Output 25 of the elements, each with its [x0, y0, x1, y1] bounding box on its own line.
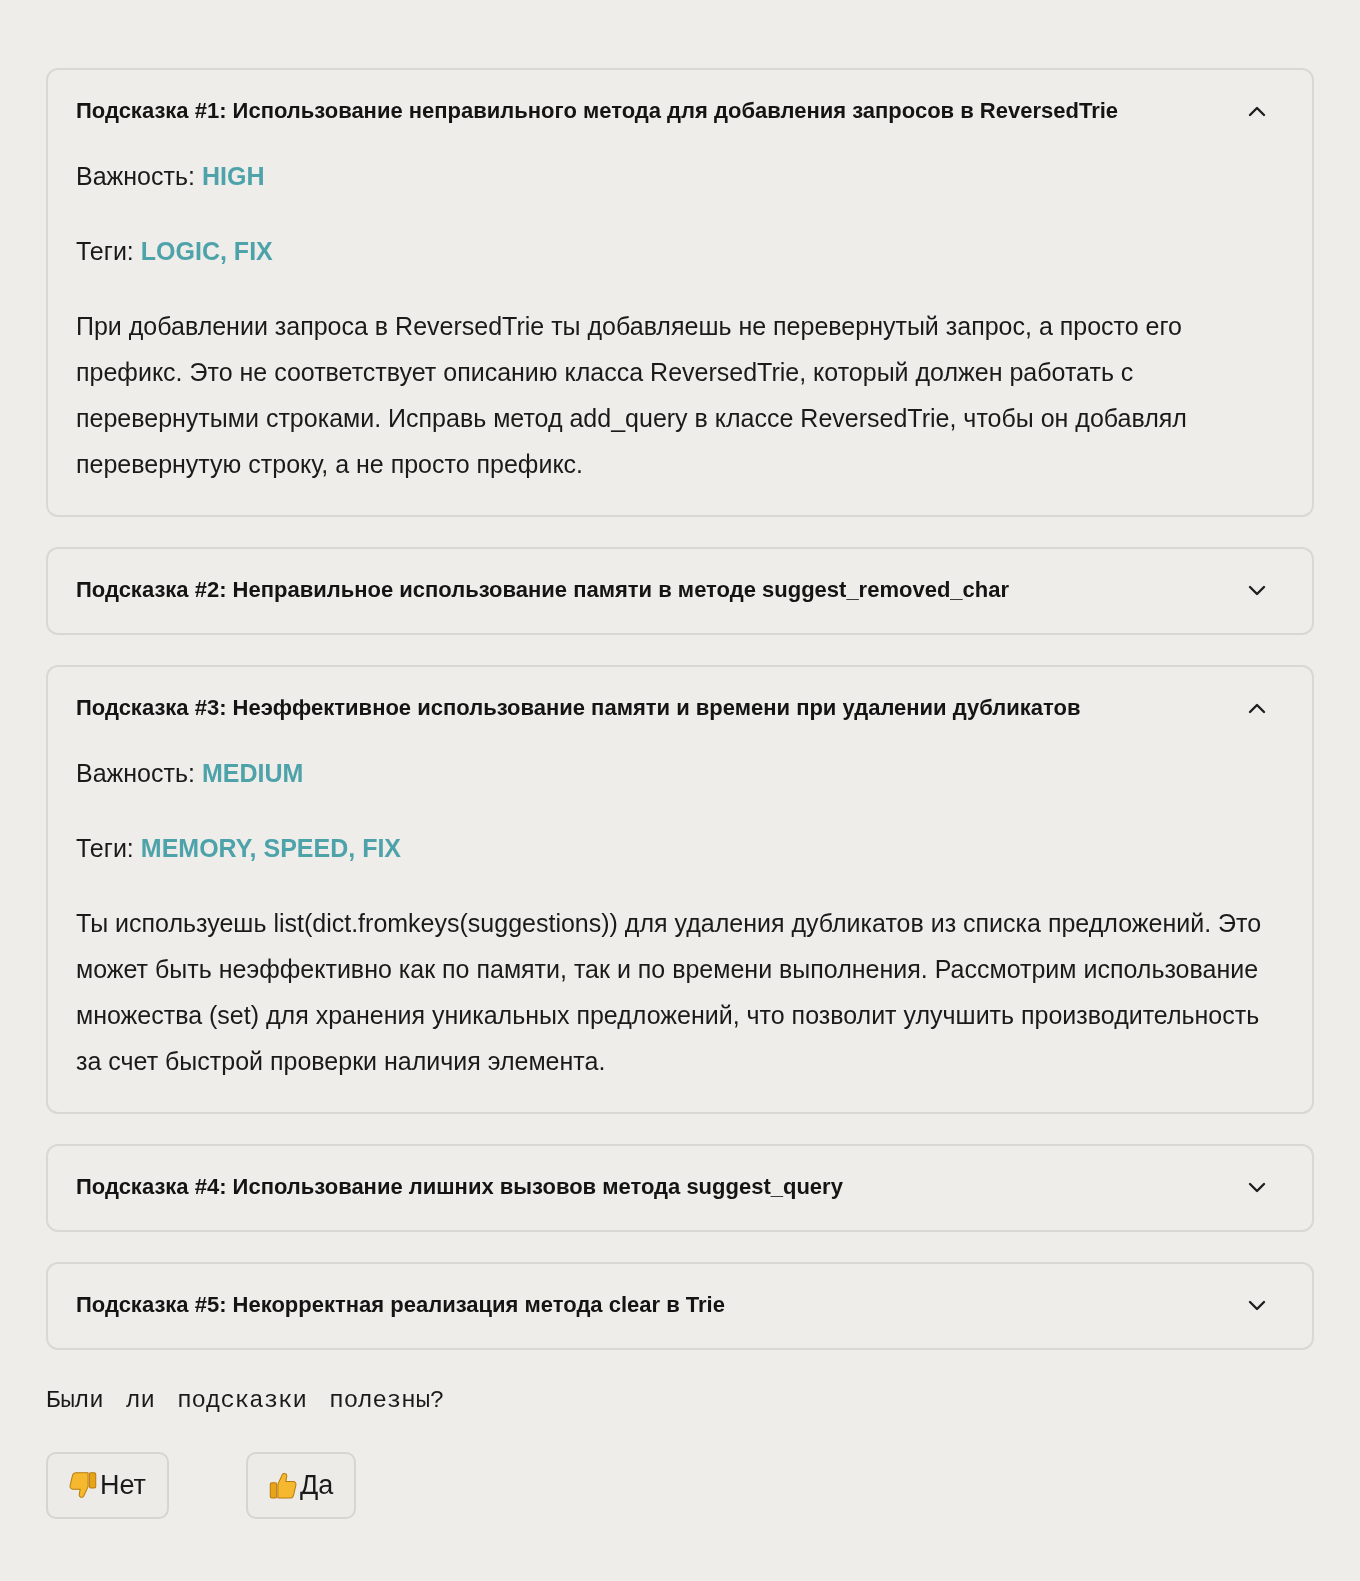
hint-header[interactable]: Подсказка #2: Неправильное использование памяти в методе suggest_removed_char — [76, 575, 1284, 605]
severity-label: Важность: — [76, 161, 195, 192]
thumbs-down-icon — [69, 1471, 97, 1500]
severity-value: MEDIUM — [201, 758, 304, 789]
hint-description: При добавлении запроса в ReversedTrie ты добавляешь не перевернутый запрос, а просто его префикс. Это не соответствует описанию класса ReversedTrie, который должен работать с перевернутыми строками. Исправь метод add_query в классе ReversedTrie, чтобы он добавлял перевернутую строку, а не просто префикс. — [76, 311, 1188, 480]
severity-value: HIGH — [201, 161, 265, 192]
hint-header[interactable]: Подсказка #5: Некорректная реализация метода clear в Trie — [76, 1290, 1284, 1320]
hint-title: Подсказка #4: Использование лишних вызовов метода suggest_query — [76, 1173, 843, 1201]
hint-header[interactable]: Подсказка #1: Использование неправильного метода для добавления запросов в ReversedTrie — [76, 96, 1284, 126]
hint-title: Подсказка #1: Использование неправильного метода для добавления запросов в ReversedTrie — [76, 97, 1119, 125]
hint-description: Ты используешь list(dict.fromkeys(suggestions)) для удаления дубликатов из списка предложений. Это может быть неэффективно как по памяти, так и по времени выполнения. Рассмотрим использование множества (set) для хранения уникальных предложений, что позволит улучшить производительность за счет быстрой проверки наличия элемента. — [76, 908, 1263, 1077]
hint-title: Подсказка #2: Неправильное использование памяти в методе suggest_removed_char — [76, 576, 1010, 604]
hint-header[interactable]: Подсказка #3: Неэффективное использование памяти и времени при удалении дубликатов — [76, 693, 1284, 723]
yes-button[interactable]: Да — [246, 1452, 357, 1519]
tags-label: Теги: — [76, 833, 134, 864]
tags-label: Теги: — [76, 236, 134, 267]
no-button[interactable]: Нет — [46, 1452, 169, 1519]
hint-title: Подсказка #3: Неэффективное использование памяти и времени при удалении дубликатов — [76, 694, 1081, 722]
feedback-question: Были ли подсказки полезны? — [46, 1386, 445, 1416]
hint-title: Подсказка #5: Некорректная реализация метода clear в Trie — [76, 1291, 725, 1319]
severity-label: Важность: — [76, 758, 195, 789]
thumbs-up-icon — [269, 1471, 297, 1500]
tags-value: LOGIC, FIX — [140, 236, 273, 267]
hint-header[interactable]: Подсказка #4: Использование лишних вызовов метода suggest_query — [76, 1172, 1284, 1202]
tags-value: MEMORY, SPEED, FIX — [140, 833, 402, 864]
